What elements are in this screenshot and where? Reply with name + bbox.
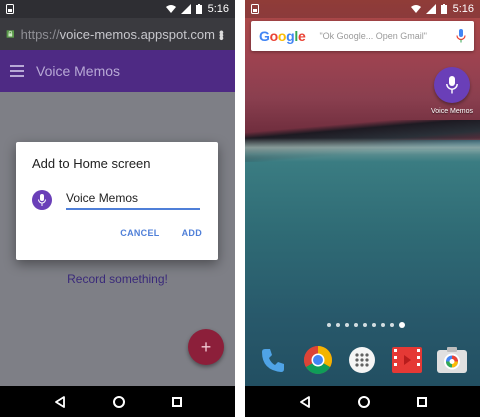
status-time: 5:16: [452, 3, 474, 15]
chrome-icon[interactable]: [302, 344, 334, 376]
camera-icon[interactable]: [436, 344, 468, 376]
page-dot: [327, 323, 331, 327]
record-prompt: Record something!: [67, 272, 168, 286]
wifi-icon: [165, 5, 176, 13]
page-dot-active: [399, 322, 405, 328]
app-drawer-icon[interactable]: [346, 344, 378, 376]
browser-url-bar[interactable]: https:// voice-memos.appspot.com •••: [0, 18, 235, 50]
google-search-bar[interactable]: Google "Ok Google... Open Gmail": [251, 21, 474, 51]
battery-icon: [195, 4, 202, 14]
page-indicator: [327, 322, 405, 328]
overflow-menu-icon[interactable]: •••: [214, 30, 230, 39]
status-bar: 5:16: [245, 0, 480, 18]
mic-icon: [434, 67, 470, 103]
page-dot: [390, 323, 394, 327]
right-phone-screen: 5:16 Google "Ok Google... Open Gmail" Vo…: [245, 0, 480, 417]
add-memo-button[interactable]: +: [188, 329, 224, 365]
back-icon[interactable]: [299, 395, 311, 408]
wallpaper-foam: [245, 138, 480, 162]
recents-icon[interactable]: [171, 396, 182, 407]
home-icon[interactable]: [112, 395, 125, 408]
app-bar: Voice Memos: [0, 50, 235, 92]
add-button[interactable]: ADD: [182, 228, 202, 238]
cancel-button[interactable]: CANCEL: [120, 228, 159, 238]
hamburger-menu-icon[interactable]: [10, 65, 24, 77]
lock-icon: [6, 30, 15, 38]
status-bar: 5:16: [0, 0, 235, 18]
voice-search-icon[interactable]: [456, 29, 466, 43]
play-movies-icon[interactable]: [391, 344, 423, 376]
page-dot: [372, 323, 376, 327]
dock: [245, 338, 480, 382]
page-dot: [381, 323, 385, 327]
navigation-bar: [245, 386, 480, 417]
page-dot: [363, 323, 367, 327]
dialog-title: Add to Home screen: [32, 156, 151, 171]
google-logo: Google: [259, 28, 306, 44]
home-icon[interactable]: [357, 395, 370, 408]
search-hint: "Ok Google... Open Gmail": [319, 31, 427, 41]
page-dot: [354, 323, 358, 327]
shortcut-name-input[interactable]: [66, 189, 200, 210]
url-host: voice-memos.appspot.com: [59, 26, 215, 42]
page-dot: [336, 323, 340, 327]
recents-icon[interactable]: [416, 396, 427, 407]
app-title: Voice Memos: [36, 63, 121, 79]
shortcut-label: Voice Memos: [430, 108, 474, 115]
signal-icon: [180, 4, 191, 14]
add-to-home-dialog: Add to Home screen CANCEL ADD: [16, 142, 218, 260]
battery-icon: [440, 4, 447, 14]
navigation-bar: [0, 386, 235, 417]
voice-memos-shortcut[interactable]: Voice Memos: [428, 67, 476, 115]
sim-icon: [6, 4, 14, 14]
sim-icon: [251, 4, 259, 14]
app-mic-icon: [32, 189, 52, 210]
page-dot: [345, 323, 349, 327]
signal-icon: [425, 4, 436, 14]
status-time: 5:16: [207, 3, 229, 15]
left-phone-screen: 5:16 https:// voice-memos.appspot.com ••…: [0, 0, 235, 417]
wifi-icon: [410, 5, 421, 13]
phone-icon[interactable]: [257, 344, 289, 376]
url-scheme: https://: [20, 26, 60, 42]
back-icon[interactable]: [54, 395, 66, 408]
